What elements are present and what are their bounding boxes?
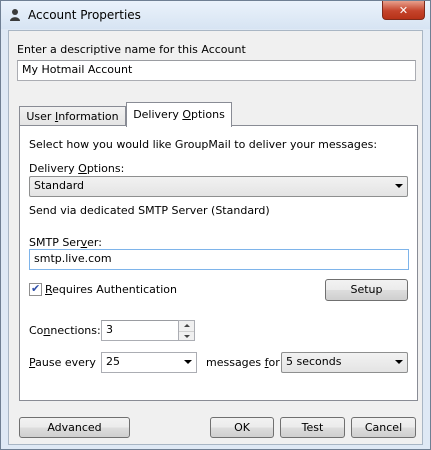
connections-stepper[interactable] <box>178 320 195 341</box>
window-title: Account Properties <box>28 8 141 22</box>
dialog-body: Enter a descriptive name for this Accoun… <box>8 30 423 445</box>
close-icon: ✕ <box>398 3 409 17</box>
delivery-intro-text: Select how you would like GroupMail to d… <box>29 138 378 151</box>
delivery-options-label: Delivery Options: <box>29 162 125 175</box>
pause-every-value: 25 <box>106 355 120 368</box>
stepper-down-icon[interactable] <box>179 331 194 341</box>
chevron-down-icon <box>184 360 192 364</box>
ok-button[interactable]: OK <box>210 417 274 438</box>
smtp-server-label: SMTP Server: <box>29 236 102 249</box>
stepper-up-icon[interactable] <box>179 321 194 330</box>
checkmark-icon: ✔ <box>31 282 41 295</box>
account-name-input[interactable]: My Hotmail Account <box>17 60 416 81</box>
connections-input[interactable]: 3 <box>101 320 179 341</box>
requires-authentication-checkbox[interactable]: ✔ <box>29 282 42 296</box>
tab-user-information[interactable]: User Information <box>19 106 126 126</box>
test-button[interactable]: Test <box>280 417 345 438</box>
delivery-description: Send via dedicated SMTP Server (Standard… <box>29 204 270 217</box>
interval-value: 5 seconds <box>286 355 342 368</box>
dialog-window: Account Properties ✕ Enter a descriptive… <box>0 0 431 450</box>
interval-dropdown[interactable]: 5 seconds <box>281 352 408 373</box>
cancel-button[interactable]: Cancel <box>351 417 416 438</box>
requires-authentication-label: Requires Authentication <box>45 283 177 296</box>
delivery-options-dropdown[interactable]: Standard <box>29 176 408 197</box>
messages-for-label: messages for <box>206 356 280 369</box>
tab-delivery-options[interactable]: Delivery Options <box>126 102 232 127</box>
chevron-down-icon <box>395 360 403 364</box>
pause-every-label: Pause every <box>29 356 96 369</box>
close-button[interactable]: ✕ <box>382 1 425 20</box>
connections-label: Connections: <box>29 324 101 337</box>
setup-button[interactable]: Setup <box>325 279 408 301</box>
user-icon <box>9 8 21 22</box>
pause-every-dropdown[interactable]: 25 <box>101 352 197 373</box>
smtp-server-input[interactable]: smtp.live.com <box>29 249 409 270</box>
chevron-down-icon <box>395 184 403 188</box>
delivery-options-value: Standard <box>34 179 85 192</box>
title-bar[interactable]: Account Properties ✕ <box>1 1 430 29</box>
account-name-label: Enter a descriptive name for this Accoun… <box>17 43 246 56</box>
delivery-options-panel: Select how you would like GroupMail to d… <box>19 125 418 401</box>
advanced-button[interactable]: Advanced <box>19 417 130 438</box>
